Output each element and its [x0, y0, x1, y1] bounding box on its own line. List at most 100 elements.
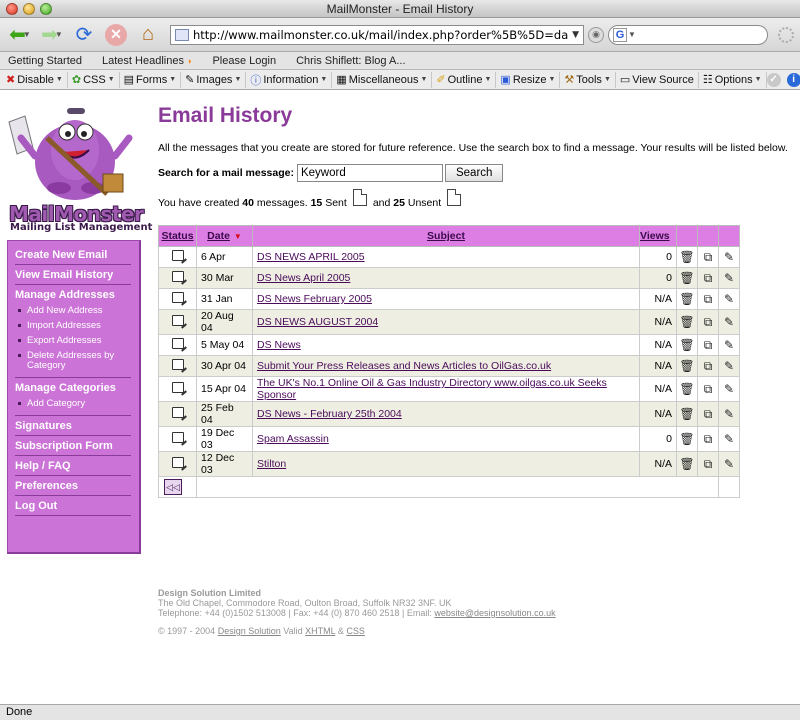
url-text[interactable]: http://www.mailmonster.co.uk/mail/index.… — [193, 28, 568, 42]
message-status-icon[interactable] — [171, 457, 184, 468]
edit-icon[interactable]: ✎ — [724, 271, 734, 285]
bookmark-getting-started[interactable]: Getting Started — [8, 55, 82, 67]
trash-icon[interactable]: 🗑 — [679, 359, 694, 373]
edit-icon[interactable]: ✎ — [724, 250, 734, 264]
trash-icon[interactable]: 🗑 — [679, 382, 694, 396]
bookmark-latest-headlines[interactable]: Latest Headlines ◗ — [102, 55, 192, 67]
sidebar-item-add-new-address[interactable]: Add New Address — [15, 304, 131, 319]
copy-icon[interactable]: ⧉ — [704, 315, 713, 329]
validation-check-icon[interactable]: ✓ — [766, 72, 781, 87]
subject-link[interactable]: DS NEWS AUGUST 2004 — [257, 316, 378, 328]
copy-icon[interactable]: ⧉ — [704, 432, 713, 446]
subject-link[interactable]: The UK's No.1 Online Oil & Gas Industry … — [257, 377, 607, 401]
subject-link[interactable]: DS NEWS APRIL 2005 — [257, 251, 365, 263]
previous-page-icon[interactable]: ◁◁ — [164, 479, 182, 495]
devbar-forms[interactable]: ▤ Forms ▼ — [120, 71, 182, 88]
trash-icon[interactable]: 🗑 — [679, 338, 694, 352]
url-history-dropdown-icon[interactable]: ▼ — [572, 30, 579, 40]
home-button[interactable]: ⌂ — [134, 22, 162, 48]
sidebar-item-export-addresses[interactable]: Export Addresses — [15, 334, 131, 349]
trash-icon[interactable]: 🗑 — [679, 315, 694, 329]
message-status-icon[interactable] — [171, 432, 184, 443]
sidebar-item-log-out[interactable]: Log Out — [15, 496, 131, 516]
message-status-icon[interactable] — [171, 250, 184, 261]
design-solution-link[interactable]: Design Solution — [218, 626, 281, 636]
edit-icon[interactable]: ✎ — [724, 382, 734, 396]
copy-icon[interactable]: ⧉ — [704, 338, 713, 352]
back-button[interactable]: ⬅ ▼ — [6, 22, 34, 48]
status-column-header[interactable]: Status — [158, 225, 197, 247]
message-status-icon[interactable] — [171, 315, 184, 326]
sidebar-item-subscription-form[interactable]: Subscription Form — [15, 436, 131, 456]
copy-icon[interactable]: ⧉ — [704, 271, 713, 285]
search-button[interactable]: Search — [444, 164, 504, 182]
sidebar-item-delete-addresses-by-category[interactable]: Delete Addresses by Category — [15, 349, 131, 374]
copy-icon[interactable]: ⧉ — [704, 407, 713, 421]
trash-icon[interactable]: 🗑 — [679, 250, 694, 264]
trash-icon[interactable]: 🗑 — [679, 457, 694, 471]
sidebar-item-import-addresses[interactable]: Import Addresses — [15, 319, 131, 334]
bookmark-please-login[interactable]: Please Login — [212, 55, 276, 67]
subject-link[interactable]: DS News February 2005 — [257, 293, 372, 305]
devbar-images[interactable]: ✎ Images ▼ — [181, 71, 247, 88]
subject-column-header[interactable]: Subject — [252, 225, 640, 247]
web-search-field[interactable]: G ▼ — [608, 24, 768, 45]
edit-icon[interactable]: ✎ — [724, 407, 734, 421]
message-status-icon[interactable] — [171, 407, 184, 418]
edit-icon[interactable]: ✎ — [724, 338, 734, 352]
sidebar-item-manage-addresses[interactable]: Manage Addresses — [15, 285, 131, 304]
devbar-options[interactable]: ☷ Options ▼ — [699, 71, 767, 88]
devbar-disable[interactable]: ✖ Disable ▼ — [2, 71, 68, 88]
bookmark-chris-shiflett[interactable]: Chris Shiflett: Blog A... — [296, 55, 405, 67]
css-link[interactable]: CSS — [346, 626, 365, 636]
copy-icon[interactable]: ⧉ — [704, 382, 713, 396]
sidebar-item-add-category[interactable]: Add Category — [15, 397, 131, 412]
trash-icon[interactable]: 🗑 — [679, 271, 694, 285]
go-button[interactable]: ◉ — [588, 26, 604, 43]
subject-link[interactable]: Stilton — [257, 458, 286, 470]
devbar-information[interactable]: ⓘ Information ▼ — [246, 71, 333, 88]
devbar-tools[interactable]: ⚒ Tools ▼ — [560, 71, 616, 88]
trash-icon[interactable]: 🗑 — [679, 432, 694, 446]
forward-button[interactable]: ➡ ▼ — [38, 22, 66, 48]
xhtml-link[interactable]: XHTML — [305, 626, 335, 636]
edit-icon[interactable]: ✎ — [724, 432, 734, 446]
search-engine-icon[interactable]: G — [613, 27, 627, 42]
search-input[interactable] — [296, 164, 443, 182]
sidebar-item-help-faq[interactable]: Help / FAQ — [15, 456, 131, 476]
stop-button[interactable]: ✕ — [102, 22, 130, 48]
message-status-icon[interactable] — [171, 382, 184, 393]
address-bar[interactable]: http://www.mailmonster.co.uk/mail/index.… — [170, 24, 584, 45]
reload-button[interactable]: ⟳ — [70, 22, 98, 48]
sidebar-item-view-email-history[interactable]: View Email History — [15, 265, 131, 285]
trash-icon[interactable]: 🗑 — [679, 292, 694, 306]
sidebar-item-manage-categories[interactable]: Manage Categories — [15, 378, 131, 397]
search-engine-dropdown-icon[interactable]: ▼ — [628, 30, 636, 39]
minimize-window-button[interactable] — [23, 3, 35, 15]
copy-icon[interactable]: ⧉ — [704, 292, 713, 306]
edit-icon[interactable]: ✎ — [724, 315, 734, 329]
footer-email-link[interactable]: website@designsolution.co.uk — [434, 608, 555, 618]
views-column-header[interactable]: Views — [639, 225, 677, 247]
sidebar-item-create-new-email[interactable]: Create New Email — [15, 245, 131, 265]
date-column-header[interactable]: Date ▼ — [196, 225, 253, 247]
devbar-miscellaneous[interactable]: ▦ Miscellaneous ▼ — [332, 71, 433, 88]
subject-link[interactable]: Spam Assassin — [257, 433, 329, 445]
sidebar-item-signatures[interactable]: Signatures — [15, 416, 131, 436]
message-status-icon[interactable] — [171, 271, 184, 282]
edit-icon[interactable]: ✎ — [724, 359, 734, 373]
mailmonster-logo[interactable]: MailMonster Mailing List Management — [7, 98, 152, 233]
message-status-icon[interactable] — [171, 338, 184, 349]
info-icon[interactable]: i — [786, 72, 800, 87]
subject-link[interactable]: DS News - February 25th 2004 — [257, 408, 402, 420]
message-status-icon[interactable] — [171, 292, 184, 303]
devbar-outline[interactable]: ✐ Outline ▼ — [432, 71, 497, 88]
edit-icon[interactable]: ✎ — [724, 457, 734, 471]
devbar-css[interactable]: ✿ CSS ▼ — [68, 71, 120, 88]
devbar-resize[interactable]: ▣ Resize ▼ — [496, 71, 561, 88]
devbar-view-source[interactable]: ▭ View Source — [616, 71, 699, 88]
subject-link[interactable]: Submit Your Press Releases and News Arti… — [257, 360, 551, 372]
subject-link[interactable]: DS News — [257, 339, 301, 351]
sidebar-item-preferences[interactable]: Preferences — [15, 476, 131, 496]
zoom-window-button[interactable] — [40, 3, 52, 15]
